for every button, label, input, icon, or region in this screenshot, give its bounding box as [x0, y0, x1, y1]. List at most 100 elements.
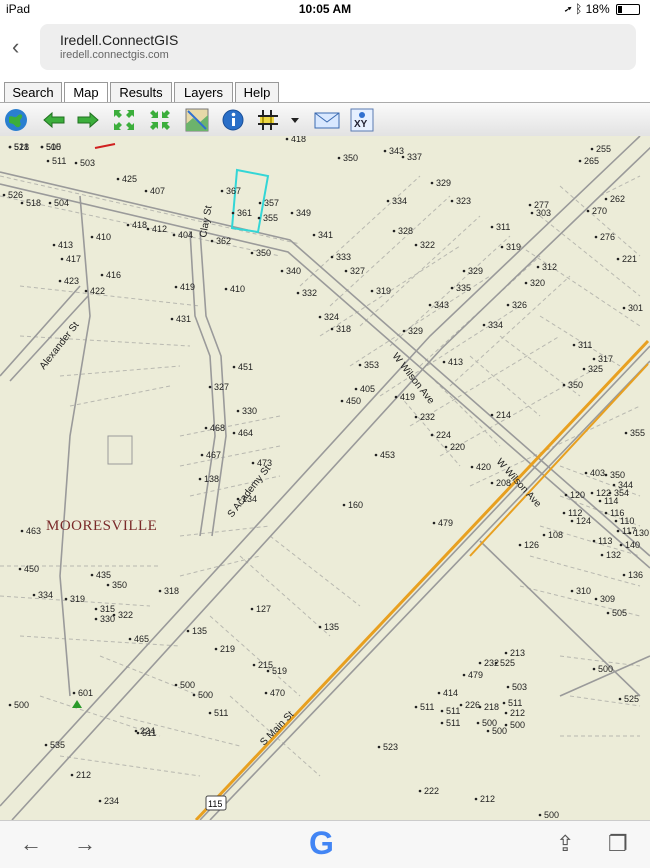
forward-arrow-icon[interactable]	[76, 108, 100, 132]
parcel-point	[70, 773, 74, 777]
parcel-number-label: 511	[420, 702, 434, 712]
parcel-number-label: 511	[52, 156, 66, 166]
share-icon[interactable]: ⇪	[556, 831, 574, 857]
parcel-number-label: 601	[78, 688, 93, 698]
parcel-point	[8, 703, 12, 707]
tab-help[interactable]: Help	[235, 82, 279, 102]
parcel-point	[342, 503, 346, 507]
parcel-point	[126, 223, 130, 227]
parcel-point	[296, 291, 300, 295]
parcel-point	[462, 673, 466, 677]
battery-icon	[616, 4, 640, 16]
parcel-number-label: 212	[480, 794, 495, 804]
parcel-number-label: 350	[568, 380, 583, 390]
parcel-number-label: 124	[576, 516, 591, 526]
parcel-number-label: 511	[446, 718, 460, 728]
tab-search[interactable]: Search	[4, 82, 62, 102]
parcel-point	[570, 519, 574, 523]
parcel-point	[198, 477, 202, 481]
parcel-number-label: 470	[270, 688, 285, 698]
parcel-number-label: 326	[512, 300, 527, 310]
browser-forward-arrow-icon[interactable]: →	[74, 831, 96, 857]
parcel-number-label: 500	[492, 726, 507, 736]
parcel-point	[98, 799, 102, 803]
parcel-point	[432, 521, 436, 525]
parcel-number-label: 224	[436, 430, 451, 440]
parcel-number-label: 255	[596, 144, 611, 154]
parcel-number-label: 318	[336, 324, 351, 334]
mail-icon[interactable]	[314, 108, 340, 132]
parcel-number-label: 413	[58, 240, 73, 250]
parcel-number-label: 113	[598, 536, 612, 546]
parcel-number-label: 127	[256, 604, 271, 614]
tabs-icon[interactable]: ❐	[608, 831, 628, 857]
parcel-point	[450, 199, 454, 203]
parcel-point	[506, 303, 510, 307]
parcel-point	[600, 553, 604, 557]
parcel-point	[58, 279, 62, 283]
parcel-point	[624, 431, 628, 435]
parcel-point	[582, 367, 586, 371]
parcel-point	[524, 281, 528, 285]
parcel-number-label: 465	[134, 634, 149, 644]
parcel-point	[506, 685, 510, 689]
tab-layers[interactable]: Layers	[174, 82, 233, 102]
parcel-number-label: 330	[242, 406, 257, 416]
parcel-point	[538, 813, 542, 817]
info-icon[interactable]	[221, 108, 245, 132]
parcel-point	[518, 543, 522, 547]
parcel-point	[146, 227, 150, 231]
parcel-point	[592, 539, 596, 543]
browser-back-button[interactable]: ‹	[12, 34, 19, 60]
tab-map[interactable]: Map	[64, 82, 108, 103]
google-logo-icon[interactable]: G	[309, 825, 334, 862]
zoom-in-icon[interactable]	[112, 108, 136, 132]
parcel-number-label: 350	[343, 153, 358, 163]
parcel-number-label: 315	[100, 604, 115, 614]
parcel-point	[428, 303, 432, 307]
parcel-number-label: 504	[54, 198, 69, 208]
parcel-point	[604, 511, 608, 515]
parcel-number-label: 218	[484, 702, 499, 712]
dropdown-caret-icon[interactable]	[288, 108, 302, 132]
parcel-point	[470, 465, 474, 469]
map-canvas[interactable]: 521 515 511 503 425 407 367 357 355 361 418 350 343 3…	[0, 136, 650, 820]
globe-icon[interactable]	[4, 108, 28, 132]
xy-icon[interactable]: XY	[350, 108, 374, 132]
location-icon: ➚	[564, 2, 572, 16]
parcel-point	[370, 289, 374, 293]
parcel-number-label: 132	[606, 550, 621, 560]
parcel-number-label: 329	[436, 178, 451, 188]
parcel-number-label: 464	[238, 428, 253, 438]
parcel-point	[354, 387, 358, 391]
back-arrow-icon[interactable]	[42, 108, 66, 132]
parcel-number-label: 325	[588, 364, 603, 374]
parcel-number-label: 511	[142, 728, 156, 738]
app-tabs: Search Map Results Layers Help	[0, 80, 650, 103]
parcel-point	[60, 257, 64, 261]
parcel-point	[312, 233, 316, 237]
clock: 10:05 AM	[298, 2, 352, 16]
parcel-point	[530, 211, 534, 215]
parcel-point	[414, 243, 418, 247]
browser-back-arrow-icon[interactable]: ←	[20, 831, 42, 857]
parcel-point	[504, 651, 508, 655]
address-bar[interactable]: Iredell.ConnectGIS iredell.connectgis.co…	[40, 24, 636, 70]
tab-results[interactable]: Results	[110, 82, 172, 102]
parcel-point	[330, 255, 334, 259]
parcel-number-label: 403	[590, 468, 605, 478]
parcel-number-label: 450	[346, 396, 361, 406]
parcel-point	[562, 383, 566, 387]
parcel-point	[251, 461, 255, 465]
parcel-point	[386, 199, 390, 203]
map-thumb-icon[interactable]	[185, 108, 209, 132]
grid-select-icon[interactable]	[256, 108, 280, 132]
parcel-number-label: 412	[152, 224, 167, 234]
parcel-number-label: 327	[350, 266, 365, 276]
parcel-number-label: 479	[468, 670, 483, 680]
parcel-point	[200, 453, 204, 457]
parcel-number-label: 343	[389, 146, 404, 156]
parcel-number-label: 467	[206, 450, 221, 460]
zoom-out-icon[interactable]	[148, 108, 172, 132]
map-svg[interactable]: 521 515511 503425407 3673573553614183503433…	[0, 136, 650, 820]
